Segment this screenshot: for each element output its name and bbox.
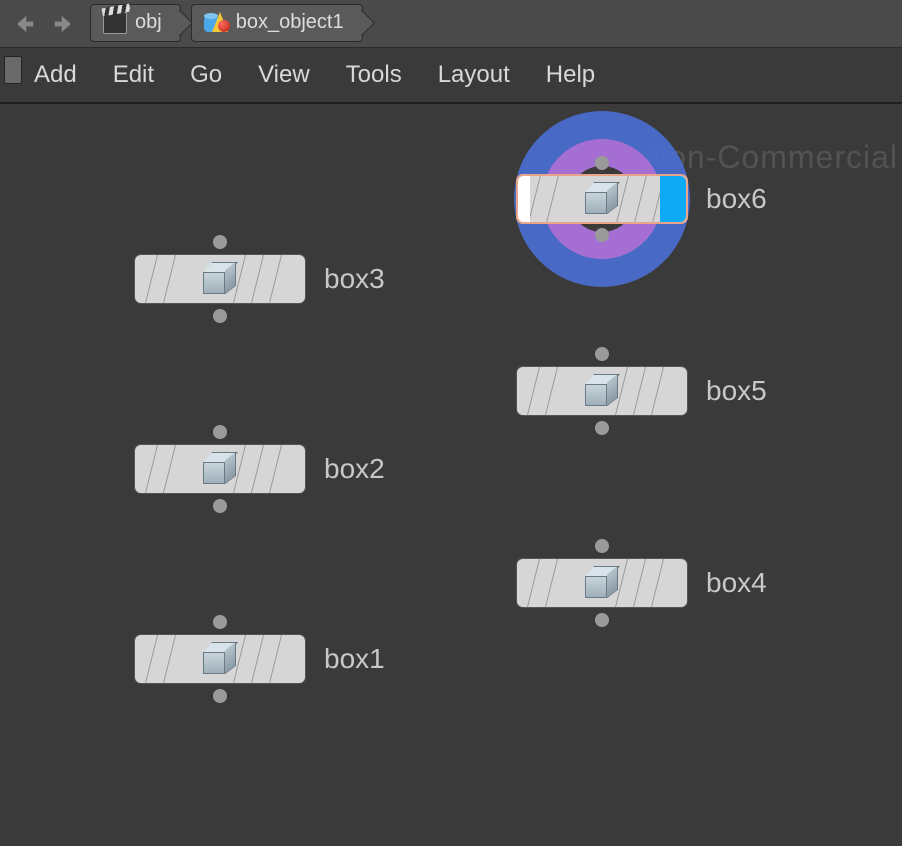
network-canvas[interactable]: Non-Commercial box6 box3 box5 box2 box4 box1 [0,104,902,846]
box-icon [203,452,237,486]
node-input-connector[interactable] [595,539,609,553]
breadcrumb-box-object1-label: box_object1 [236,11,344,34]
node-wrap-box1: box1 [134,634,385,684]
node-label-box4: box4 [706,567,767,599]
box-icon [585,182,619,216]
menu-add[interactable]: Add [34,61,77,89]
menu-layout[interactable]: Layout [438,61,510,89]
node-input-connector[interactable] [213,425,227,439]
box-icon [585,374,619,408]
node-wrap-box2: box2 [134,444,385,494]
node-box5[interactable] [516,366,688,416]
node-output-connector[interactable] [213,499,227,513]
node-label-box5: box5 [706,375,767,407]
node-label-box1: box1 [324,643,385,675]
clapperboard-icon [103,11,127,35]
node-output-connector[interactable] [213,689,227,703]
menu-help[interactable]: Help [546,61,595,89]
node-input-connector[interactable] [213,235,227,249]
node-output-connector[interactable] [595,421,609,435]
nav-back-button[interactable] [6,6,42,42]
node-box4[interactable] [516,558,688,608]
breadcrumb: obj box_object1 [90,4,373,44]
node-input-connector[interactable] [595,347,609,361]
node-select-flag [518,176,530,222]
node-input-connector[interactable] [595,156,609,170]
node-box3[interactable] [134,254,306,304]
box-icon [203,642,237,676]
breadcrumb-obj[interactable]: obj [90,4,181,42]
node-box1[interactable] [134,634,306,684]
breadcrumb-box-object1[interactable]: box_object1 [191,4,363,42]
node-display-flag[interactable] [660,176,686,222]
geometry-icon [204,11,228,35]
node-output-connector[interactable] [595,613,609,627]
box-icon [585,566,619,600]
node-input-connector[interactable] [213,615,227,629]
node-label-box6: box6 [706,183,767,215]
node-output-connector[interactable] [595,228,609,242]
node-wrap-box4: box4 [516,558,767,608]
node-label-box2: box2 [324,453,385,485]
watermark-text: Non-Commercial [644,139,898,176]
menu-tools[interactable]: Tools [346,61,402,89]
node-box2[interactable] [134,444,306,494]
breadcrumb-obj-label: obj [135,11,162,34]
box-icon [203,262,237,296]
node-output-connector[interactable] [213,309,227,323]
menu-view[interactable]: View [258,61,310,89]
node-wrap-box3: box3 [134,254,385,304]
menu-edit[interactable]: Edit [113,61,154,89]
nav-forward-button[interactable] [46,6,82,42]
path-toolbar: obj box_object1 [0,0,902,48]
network-menu-bar: Add Edit Go View Tools Layout Help [0,48,902,104]
node-box6[interactable] [516,174,688,224]
pin-pane-button[interactable] [4,56,22,84]
node-label-box3: box3 [324,263,385,295]
node-wrap-box6: box6 [516,174,767,224]
menu-go[interactable]: Go [190,61,222,89]
node-wrap-box5: box5 [516,366,767,416]
